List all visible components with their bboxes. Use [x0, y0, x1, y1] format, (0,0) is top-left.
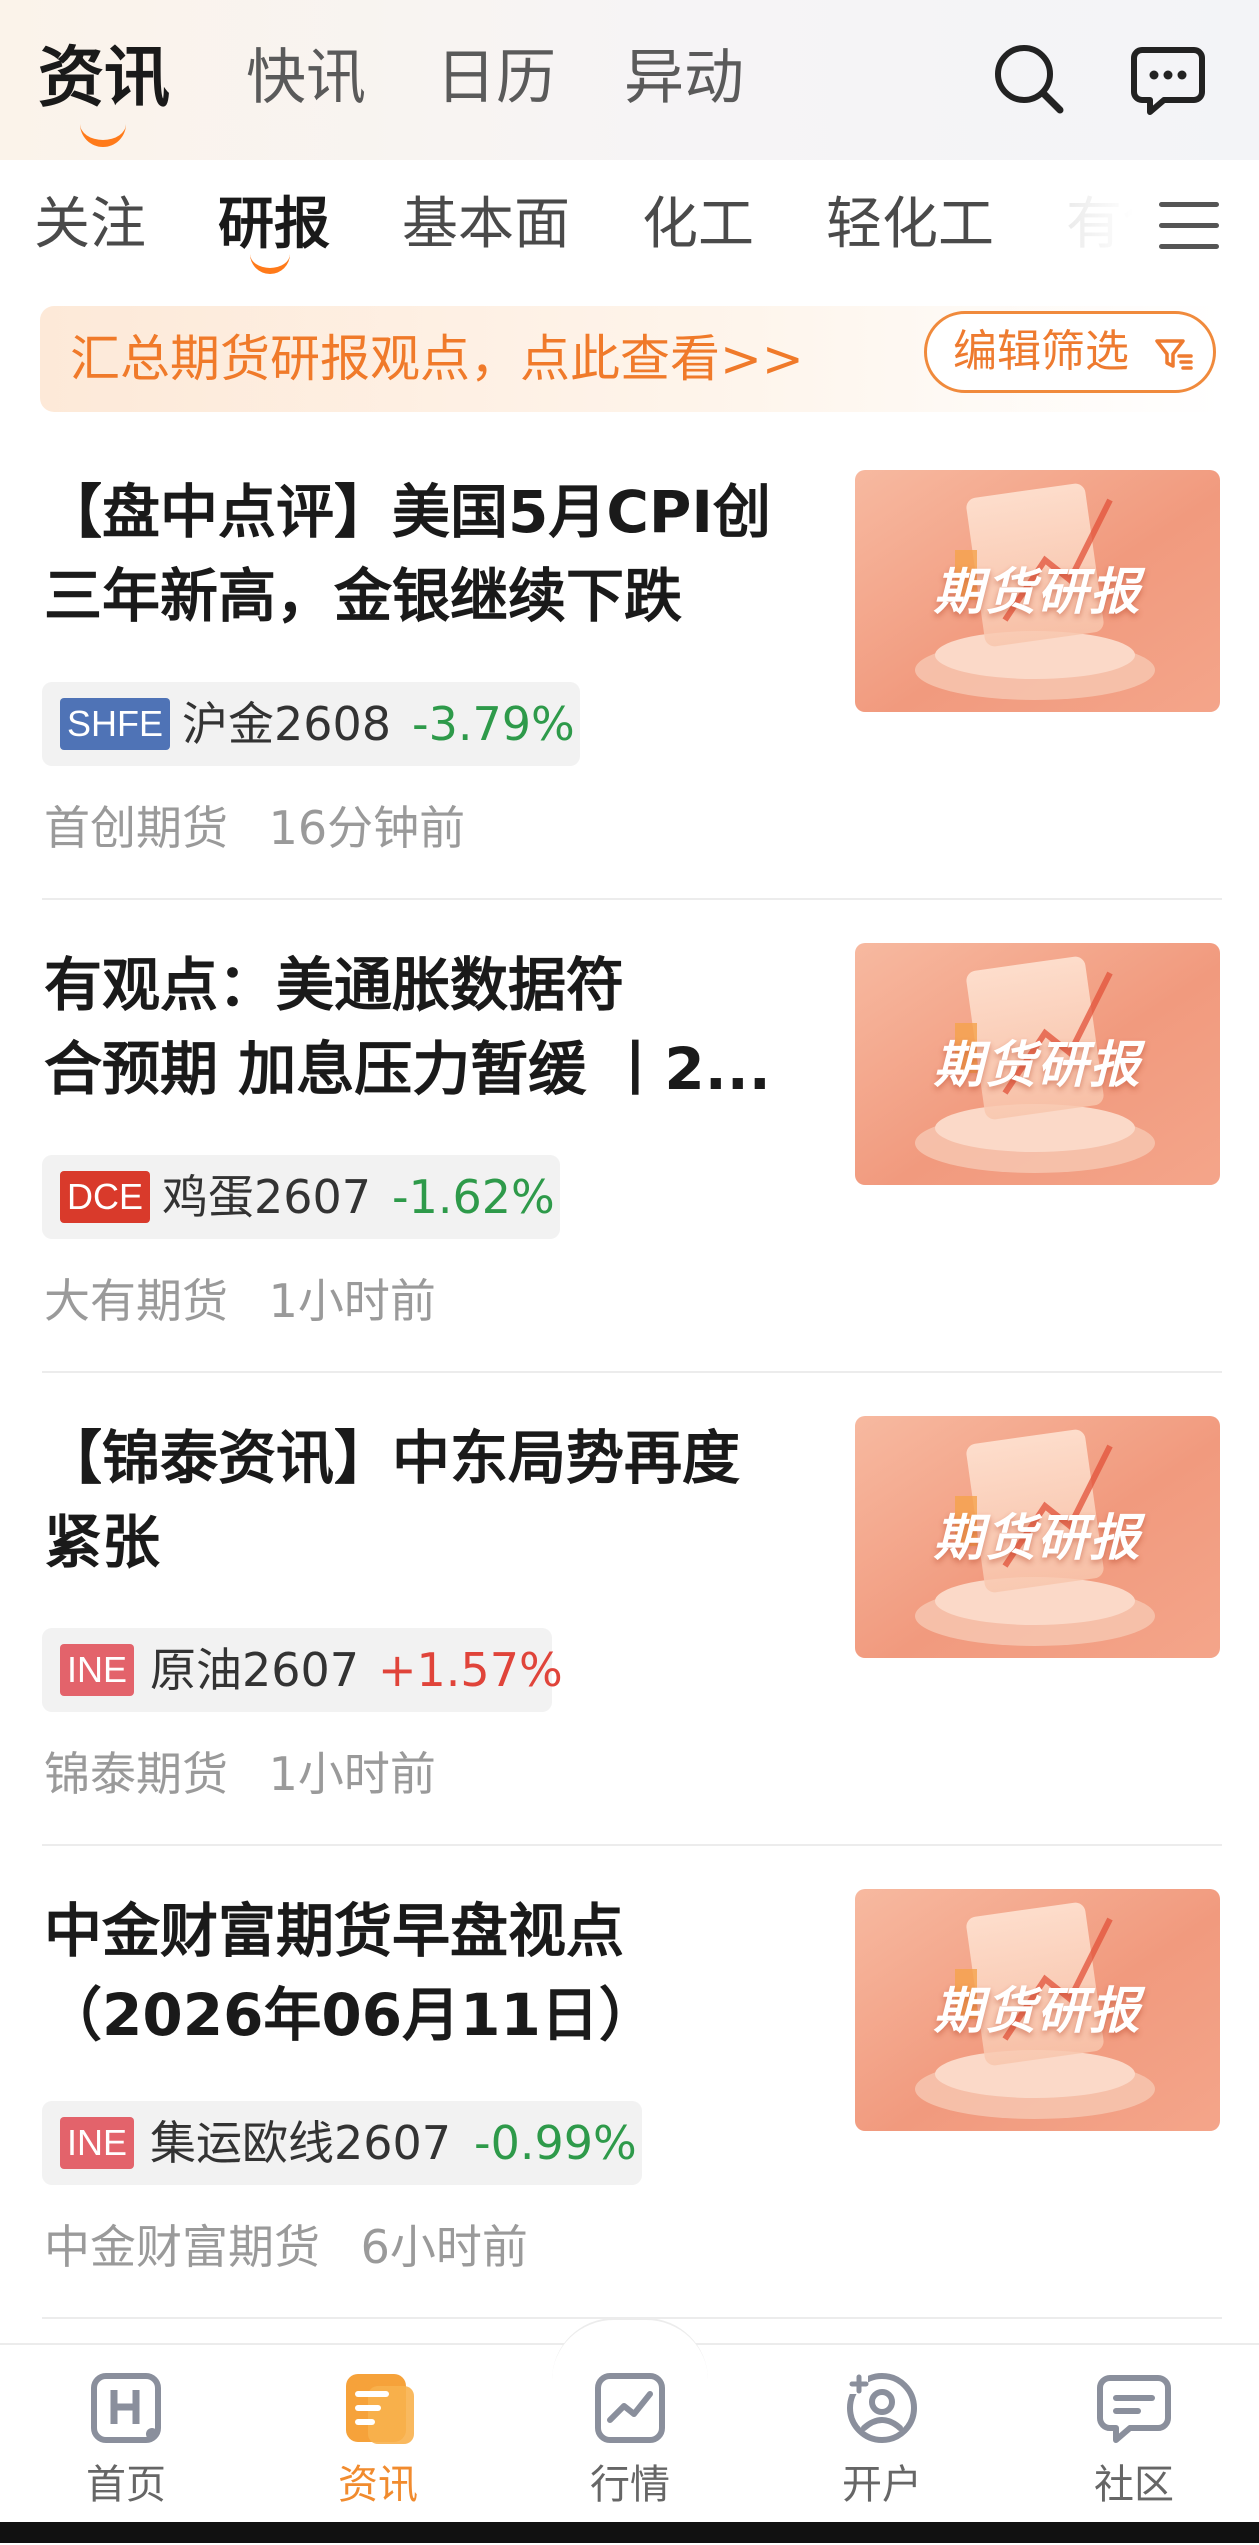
community-chat-icon: [1097, 2375, 1171, 2443]
article-title[interactable]: 【锦泰资讯】中东局势再度 紧张: [44, 1416, 824, 1584]
nav-open-account[interactable]: 开户: [792, 2360, 972, 2520]
active-subtab-indicator: [250, 252, 290, 274]
contract-chip[interactable]: INE 原油2607 +1.57%: [42, 1628, 563, 1712]
nav-label: 首页: [86, 2462, 166, 2508]
thumbnail-caption: 期货研报: [933, 1509, 1142, 1567]
system-bottom-bar: [0, 2522, 1259, 2543]
exchange-badge: SHFE: [60, 698, 171, 750]
article-thumbnail: 期货研报: [855, 943, 1220, 1185]
contract-name: 集运欧线2607: [150, 2116, 452, 2170]
market-chart-icon: [595, 2373, 665, 2443]
article-item[interactable]: 中金财富期货早盘视点 （2026年06月11日） 期货研报 INE 集运欧线26…: [0, 1889, 1259, 2361]
article-source: 大有期货: [44, 1274, 228, 1328]
research-summary-banner[interactable]: 汇总期货研报观点，点此查看>> 编辑筛选: [40, 306, 1222, 412]
top-header: 资讯 快讯 日历 异动: [0, 0, 1259, 160]
article-time: 6小时前: [360, 2220, 528, 2274]
banner-text[interactable]: 汇总期货研报观点，点此查看>>: [70, 328, 804, 390]
top-tab-flash[interactable]: 快讯: [246, 38, 366, 118]
search-icon[interactable]: [990, 40, 1070, 120]
nav-market[interactable]: 行情: [540, 2360, 720, 2520]
price-change: -0.99%: [474, 2116, 637, 2170]
contract-name: 沪金2608: [182, 697, 392, 751]
article-item[interactable]: 【锦泰资讯】中东局势再度 紧张 期货研报 INE 原油2607 +1.57% 锦…: [0, 1416, 1259, 1888]
nav-news[interactable]: 资讯: [288, 2360, 468, 2520]
tab-overflow-fade: [1030, 160, 1259, 290]
article-thumbnail: 期货研报: [855, 470, 1220, 712]
message-icon[interactable]: [1128, 40, 1208, 120]
filter-icon: [1155, 339, 1193, 370]
contract-chip[interactable]: DCE 鸡蛋2607 -1.62%: [42, 1155, 560, 1239]
divider: [42, 1844, 1222, 1846]
thumbnail-caption: 期货研报: [933, 563, 1142, 621]
price-change: -1.62%: [392, 1170, 555, 1224]
article-item[interactable]: 【盘中点评】美国5月CPI创 三年新高，金银继续下跌 期货研报 SHFE 沪金2…: [0, 470, 1259, 942]
sub-tab-fundamentals[interactable]: 基本面: [402, 190, 570, 260]
nav-community[interactable]: 社区: [1044, 2360, 1224, 2520]
article-title[interactable]: 【盘中点评】美国5月CPI创 三年新高，金银继续下跌: [44, 470, 824, 638]
article-meta: 首创期货 16分钟前: [44, 792, 465, 858]
price-change: +1.57%: [378, 1643, 563, 1697]
contract-name: 原油2607: [150, 1643, 360, 1697]
exchange-badge: INE: [60, 2117, 135, 2169]
nav-label: 开户: [842, 2462, 922, 2508]
sub-tab-follow[interactable]: 关注: [34, 190, 146, 260]
sub-tab-chemical[interactable]: 化工: [642, 190, 754, 260]
exchange-badge: DCE: [60, 1171, 151, 1223]
nav-label: 社区: [1094, 2462, 1174, 2508]
active-tab-indicator: [80, 118, 126, 147]
article-item[interactable]: 有观点：美通胀数据符 合预期 加息压力暂缓 丨2... 期货研报 DCE 鸡蛋2…: [0, 943, 1259, 1415]
contract-chip[interactable]: SHFE 沪金2608 -3.79%: [42, 682, 580, 766]
sub-tab-research[interactable]: 研报: [218, 190, 330, 260]
nav-label: 资讯: [338, 2462, 418, 2508]
article-title[interactable]: 有观点：美通胀数据符 合预期 加息压力暂缓 丨2...: [44, 943, 824, 1111]
top-tab-movement[interactable]: 异动: [624, 38, 744, 118]
contract-chip[interactable]: INE 集运欧线2607 -0.99%: [42, 2101, 642, 2185]
article-meta: 大有期货 1小时前: [44, 1265, 436, 1331]
sub-tab-light-chemical[interactable]: 轻化工: [826, 190, 994, 260]
exchange-badge: INE: [60, 1644, 135, 1696]
sub-tab-bar: 关注 研报 基本面 化工 轻化工 有色: [0, 160, 1259, 290]
top-tab-calendar[interactable]: 日历: [436, 38, 556, 118]
divider: [42, 1371, 1222, 1373]
article-source: 锦泰期货: [44, 1747, 228, 1801]
article-time: 1小时前: [268, 1274, 436, 1328]
menu-icon[interactable]: [1159, 198, 1219, 254]
filter-label: 编辑筛选: [953, 326, 1129, 377]
nav-label: 行情: [590, 2462, 670, 2508]
open-account-icon: [847, 2373, 917, 2443]
article-meta: 锦泰期货 1小时前: [44, 1738, 436, 1804]
article-thumbnail: 期货研报: [855, 1889, 1220, 2131]
news-icon: [346, 2374, 414, 2444]
home-h-icon: [91, 2373, 161, 2443]
contract-name: 鸡蛋2607: [162, 1170, 372, 1224]
nav-home[interactable]: 首页: [36, 2360, 216, 2520]
top-tab-news[interactable]: 资讯: [38, 38, 170, 118]
article-meta: 中金财富期货 6小时前: [44, 2211, 528, 2277]
price-change: -3.79%: [412, 697, 575, 751]
thumbnail-caption: 期货研报: [933, 1036, 1142, 1094]
article-title[interactable]: 中金财富期货早盘视点 （2026年06月11日）: [44, 1889, 824, 2057]
thumbnail-caption: 期货研报: [933, 1982, 1142, 2040]
article-source: 中金财富期货: [44, 2220, 320, 2274]
article-thumbnail: 期货研报: [855, 1416, 1220, 1658]
edit-filter-button[interactable]: 编辑筛选: [924, 311, 1216, 393]
article-source: 首创期货: [44, 801, 228, 855]
article-time: 16分钟前: [268, 801, 466, 855]
article-time: 1小时前: [268, 1747, 436, 1801]
divider: [42, 898, 1222, 900]
